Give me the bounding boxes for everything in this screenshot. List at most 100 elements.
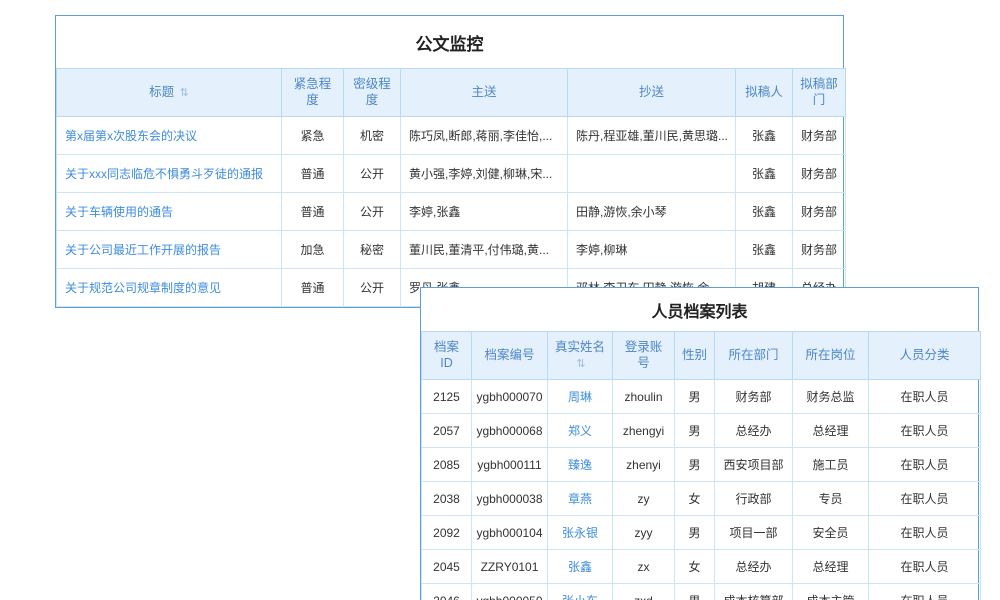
cell-department: 行政部 (715, 482, 793, 516)
cell-real-name: 张永银 (548, 516, 613, 550)
cell-gender: 男 (675, 584, 715, 600)
col-header-title[interactable]: 标题 ⇅ (57, 69, 282, 117)
personnel-title: 人员档案列表 (421, 288, 978, 331)
personnel-panel: 人员档案列表 档案ID 档案编号 真实姓名 ⇅ 登录账号 性别 所在部门 所在岗… (420, 287, 979, 600)
cell-gender: 女 (675, 482, 715, 516)
cell-position: 总经理 (793, 550, 869, 584)
doc-header-row: 标题 ⇅ 紧急程度 密级程度 主送 抄送 拟稿人 拟稿部门 (57, 69, 846, 117)
col-header-cc: 抄送 (568, 69, 736, 117)
cell-category: 在职人员 (869, 516, 981, 550)
table-row: 2085 ygbh000111 臻逸 zhenyi 男 西安项目部 施工员 在职… (422, 448, 981, 482)
cell-cc: 李婷,柳琳 (568, 231, 736, 269)
cell-gender: 男 (675, 516, 715, 550)
cell-gender: 男 (675, 380, 715, 414)
cell-archive-no: ygbh000038 (472, 482, 548, 516)
col-header-category: 人员分类 (869, 332, 981, 380)
person-name-link[interactable]: 臻逸 (568, 458, 592, 472)
doc-title-link[interactable]: 关于规范公司规章制度的意见 (65, 281, 221, 295)
cell-real-name: 张小东 (548, 584, 613, 600)
cell-department: 西安项目部 (715, 448, 793, 482)
table-row: 第x届第x次股东会的决议 紧急 机密 陈巧凤,断郎,蒋丽,李佳怡,... 陈丹,… (57, 117, 846, 155)
cell-cc: 田静,游恢,余小琴 (568, 193, 736, 231)
doc-monitor-title: 公文监控 (56, 16, 843, 68)
person-name-link[interactable]: 张小东 (562, 594, 598, 600)
cell-category: 在职人员 (869, 584, 981, 600)
col-header-gender: 性别 (675, 332, 715, 380)
cell-security: 公开 (344, 269, 401, 307)
cell-position: 安全员 (793, 516, 869, 550)
cell-position: 财务总监 (793, 380, 869, 414)
cell-urgency: 普通 (282, 155, 344, 193)
cell-category: 在职人员 (869, 550, 981, 584)
table-row: 2046 ygbh000050 张小东 zxd 男 成本核算部 成本主管 在职人… (422, 584, 981, 600)
cell-security: 秘密 (344, 231, 401, 269)
col-header-archive-no: 档案编号 (472, 332, 548, 380)
doc-title-link[interactable]: 关于车辆使用的通告 (65, 205, 173, 219)
cell-position: 施工员 (793, 448, 869, 482)
cell-cc: 陈丹,程亚雄,董川民,黄思璐... (568, 117, 736, 155)
cell-gender: 男 (675, 414, 715, 448)
cell-real-name: 张鑫 (548, 550, 613, 584)
cell-account: zhengyi (613, 414, 675, 448)
personnel-header-row: 档案ID 档案编号 真实姓名 ⇅ 登录账号 性别 所在部门 所在岗位 人员分类 (422, 332, 981, 380)
cell-drafter: 张鑫 (736, 193, 793, 231)
person-name-link[interactable]: 张鑫 (568, 560, 592, 574)
col-header-real-name[interactable]: 真实姓名 ⇅ (548, 332, 613, 380)
doc-monitor-panel: 公文监控 标题 ⇅ 紧急程度 密级程度 主送 抄送 拟稿人 拟稿部门 (55, 15, 844, 308)
cell-urgency: 普通 (282, 269, 344, 307)
cell-drafter: 张鑫 (736, 155, 793, 193)
col-header-account: 登录账号 (613, 332, 675, 380)
sort-icon[interactable]: ⇅ (180, 87, 189, 99)
cell-department: 财务部 (715, 380, 793, 414)
table-row: 2125 ygbh000070 周琳 zhoulin 男 财务部 财务总监 在职… (422, 380, 981, 414)
cell-urgency: 加急 (282, 231, 344, 269)
cell-drafter: 张鑫 (736, 117, 793, 155)
cell-title: 关于公司最近工作开展的报告 (57, 231, 282, 269)
cell-category: 在职人员 (869, 414, 981, 448)
person-name-link[interactable]: 张永银 (562, 526, 598, 540)
cell-urgency: 普通 (282, 193, 344, 231)
cell-position: 总经理 (793, 414, 869, 448)
cell-real-name: 周琳 (548, 380, 613, 414)
cell-gender: 男 (675, 448, 715, 482)
cell-title: 第x届第x次股东会的决议 (57, 117, 282, 155)
cell-main-send: 黄小强,李婷,刘健,柳琳,宋... (401, 155, 568, 193)
cell-account: zhenyi (613, 448, 675, 482)
cell-category: 在职人员 (869, 448, 981, 482)
person-name-link[interactable]: 章燕 (568, 492, 592, 506)
personnel-table: 档案ID 档案编号 真实姓名 ⇅ 登录账号 性别 所在部门 所在岗位 人员分类 … (421, 331, 981, 600)
cell-archive-id: 2045 (422, 550, 472, 584)
cell-position: 专员 (793, 482, 869, 516)
cell-position: 成本主管 (793, 584, 869, 600)
doc-title-link[interactable]: 关于xxx同志临危不惧勇斗歹徒的通报 (65, 167, 263, 181)
cell-main-send: 陈巧凤,断郎,蒋丽,李佳怡,... (401, 117, 568, 155)
cell-archive-id: 2085 (422, 448, 472, 482)
col-header-department: 所在部门 (715, 332, 793, 380)
cell-draft-dept: 财务部 (793, 193, 846, 231)
doc-title-link[interactable]: 关于公司最近工作开展的报告 (65, 243, 221, 257)
cell-department: 成本核算部 (715, 584, 793, 600)
doc-title-link[interactable]: 第x届第x次股东会的决议 (65, 129, 197, 143)
table-row: 关于xxx同志临危不惧勇斗歹徒的通报 普通 公开 黄小强,李婷,刘健,柳琳,宋.… (57, 155, 846, 193)
cell-title: 关于规范公司规章制度的意见 (57, 269, 282, 307)
cell-main-send: 李婷,张鑫 (401, 193, 568, 231)
cell-account: zy (613, 482, 675, 516)
cell-archive-no: ygbh000104 (472, 516, 548, 550)
table-row: 2045 ZZRY0101 张鑫 zx 女 总经办 总经理 在职人员 (422, 550, 981, 584)
cell-account: zxd (613, 584, 675, 600)
cell-security: 机密 (344, 117, 401, 155)
cell-category: 在职人员 (869, 482, 981, 516)
col-header-real-name-label: 真实姓名 (555, 340, 605, 354)
table-row: 2092 ygbh000104 张永银 zyy 男 项目一部 安全员 在职人员 (422, 516, 981, 550)
col-header-title-label: 标题 (149, 85, 174, 99)
cell-archive-no: ZZRY0101 (472, 550, 548, 584)
col-header-position: 所在岗位 (793, 332, 869, 380)
col-header-draft-dept: 拟稿部门 (793, 69, 846, 117)
cell-real-name: 郑义 (548, 414, 613, 448)
sort-icon[interactable]: ⇅ (576, 358, 585, 370)
person-name-link[interactable]: 郑义 (568, 424, 592, 438)
col-header-drafter: 拟稿人 (736, 69, 793, 117)
cell-gender: 女 (675, 550, 715, 584)
person-name-link[interactable]: 周琳 (568, 390, 592, 404)
cell-security: 公开 (344, 193, 401, 231)
